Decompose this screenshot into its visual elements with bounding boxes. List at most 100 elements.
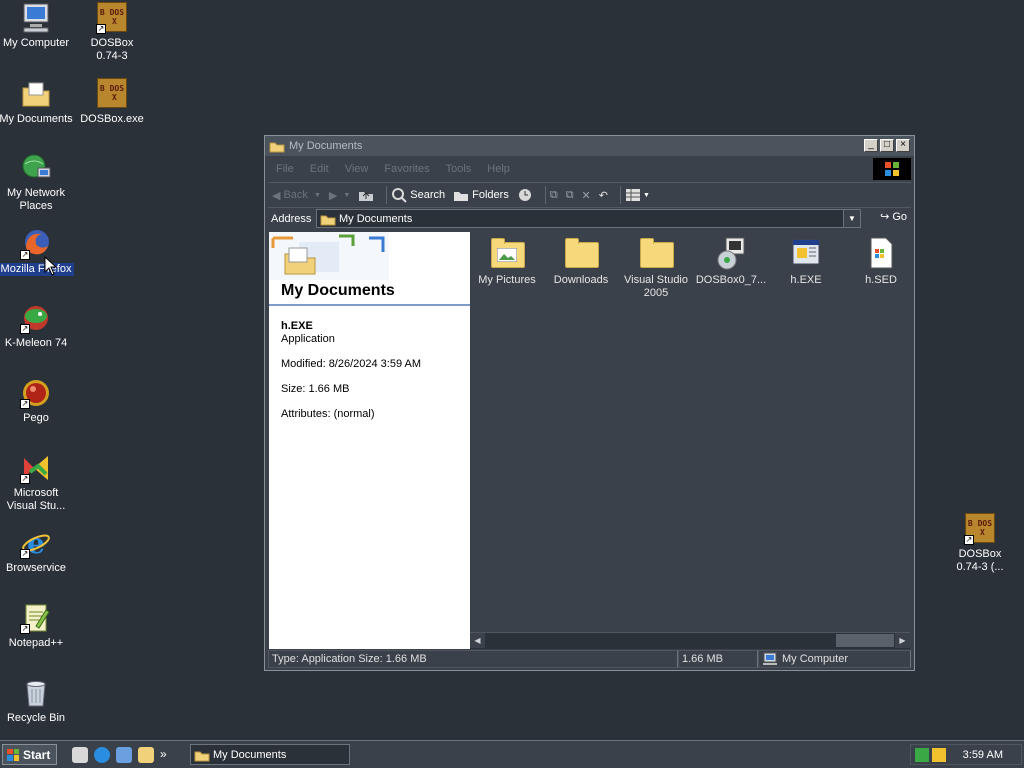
visual-studio-icon: ↗	[20, 452, 52, 484]
chevron-down-icon: ▼	[642, 191, 650, 199]
desktop-icon-label: My Documents	[0, 113, 73, 125]
system-tray: 3:59 AM	[910, 744, 1022, 765]
chevron-down-icon: ▼	[848, 214, 856, 223]
list-item[interactable]: Visual Studio 2005	[619, 236, 693, 300]
list-item[interactable]: h.SED	[844, 236, 918, 287]
desktop-icon-pego[interactable]: ↗ Pego	[0, 377, 74, 425]
desktop-icon-recycle-bin[interactable]: Recycle Bin	[0, 677, 74, 725]
desktop-icon-label: Recycle Bin	[6, 712, 66, 724]
menu-help[interactable]: Help	[487, 163, 510, 175]
scroll-right-button[interactable]: ▶	[895, 633, 910, 648]
delete-button[interactable]: ✕	[582, 189, 591, 202]
folder-icon	[564, 236, 599, 270]
forward-arrow-icon: ▶	[328, 189, 338, 202]
computer-icon	[763, 652, 777, 665]
folders-icon	[454, 192, 469, 201]
desktop-icon-dosbox-copy[interactable]: B DOS X ↗ DOSBox 0.74-3 (...	[942, 513, 1018, 574]
up-folder-button[interactable]	[358, 188, 374, 202]
go-button[interactable]: ↪ Go	[880, 210, 907, 224]
back-arrow-icon: ◀	[272, 189, 281, 202]
desktop-icon-label: Browservice	[6, 562, 66, 574]
views-button[interactable]: ▼	[625, 188, 650, 202]
outlook-express-icon[interactable]	[116, 747, 132, 763]
desktop-icon-label: My Network Places	[6, 187, 66, 212]
desktop-icon-dosbox[interactable]: B DOS X ↗ DOSBox 0.74-3	[74, 2, 150, 63]
desktop-icon-label: DOSBox 0.74-3 (...	[956, 548, 1004, 573]
address-label: Address	[271, 213, 312, 225]
dosbox-icon: B DOS X	[96, 78, 128, 110]
quick-launch-chevron[interactable]: »	[160, 747, 167, 763]
desktop-icon-firefox[interactable]: ↗ Mozilla Firefox	[0, 228, 74, 276]
shortcut-arrow-icon: ↗	[96, 24, 106, 34]
horizontal-scrollbar[interactable]: ◀ ▶	[470, 632, 910, 649]
explorer-window: My Documents _ □ × File Edit View Favori…	[264, 135, 915, 671]
network-tray-icon[interactable]	[915, 747, 929, 762]
desktop-icon-dosbox-exe[interactable]: B DOS X DOSBox.exe	[74, 78, 150, 126]
close-button[interactable]: ×	[896, 139, 910, 152]
desktop-icon-k-meleon[interactable]: ↗ K-Meleon 74	[0, 302, 74, 350]
tray-app-icon[interactable]	[932, 747, 946, 762]
delete-x-icon: ✕	[581, 189, 591, 202]
search-icon	[392, 188, 407, 203]
status-zone: My Computer	[758, 650, 911, 668]
desktop-icon-browservice[interactable]: e ↗ Browservice	[0, 527, 74, 575]
scroll-left-button[interactable]: ◀	[470, 633, 485, 648]
desktop-icon-my-documents[interactable]: My Documents	[0, 78, 74, 126]
menu-file[interactable]: File	[276, 163, 294, 175]
back-button[interactable]: ◀ Back ▼	[272, 189, 321, 202]
menu-favorites[interactable]: Favorites	[384, 163, 429, 175]
taskbar-item-label: My Documents	[213, 748, 287, 761]
search-folder-icon[interactable]	[138, 747, 154, 763]
shortcut-arrow-icon: ↗	[20, 324, 30, 334]
folder-icon	[194, 751, 210, 761]
search-button[interactable]: Search	[391, 187, 445, 203]
desktop-icon-notepad-plus[interactable]: ↗ Notepad++	[0, 602, 74, 650]
windows-logo-icon	[873, 158, 911, 180]
scroll-thumb[interactable]	[836, 634, 894, 647]
internet-explorer-icon[interactable]	[94, 747, 110, 763]
undo-button[interactable]: ↶	[599, 189, 608, 202]
list-item[interactable]: My Pictures	[470, 236, 544, 287]
address-input[interactable]: My Documents ▼	[316, 209, 861, 228]
menu-tools[interactable]: Tools	[446, 163, 472, 175]
menu-view[interactable]: View	[345, 163, 369, 175]
taskbar-item-my-documents[interactable]: My Documents	[190, 744, 350, 765]
move-to-button[interactable]: ⧉	[550, 189, 558, 202]
forward-button[interactable]: ▶ ▼	[329, 189, 350, 202]
start-button[interactable]: Start	[2, 744, 57, 765]
desktop-icon-network-places[interactable]: My Network Places	[0, 152, 74, 213]
address-bar: Address My Documents ▼ ↪ Go	[268, 208, 911, 230]
desktop-icon-label: My Computer	[2, 37, 70, 49]
desktop-icon-label: Microsoft Visual Stu...	[6, 487, 66, 512]
chevron-down-icon: ▼	[343, 191, 351, 199]
address-dropdown-button[interactable]: ▼	[843, 210, 860, 227]
desktop-icon-label: DOSBox.exe	[80, 113, 144, 125]
list-item[interactable]: Downloads	[544, 236, 618, 287]
folder-pictures-icon	[490, 236, 525, 270]
recycle-bin-icon	[20, 677, 52, 709]
menu-edit[interactable]: Edit	[310, 163, 329, 175]
history-clock-icon	[518, 189, 531, 201]
desktop-icon-visual-studio[interactable]: ↗ Microsoft Visual Stu...	[0, 452, 74, 513]
history-button[interactable]	[517, 187, 533, 203]
folders-button[interactable]: Folders	[453, 188, 509, 202]
k-meleon-icon: ↗	[20, 302, 52, 334]
search-label: Search	[410, 189, 446, 201]
my-documents-folder-icon	[320, 215, 336, 225]
maximize-button[interactable]: □	[880, 139, 894, 152]
shortcut-arrow-icon: ↗	[20, 549, 30, 559]
application-icon	[789, 236, 823, 270]
minimize-button[interactable]: _	[864, 139, 878, 152]
folders-label: Folders	[472, 189, 509, 201]
shortcut-arrow-icon: ↗	[20, 399, 30, 409]
status-zone-label: My Computer	[782, 653, 849, 665]
menu-bar: File Edit View Favorites Tools Help	[268, 158, 911, 180]
desktop-icon-my-computer[interactable]: My Computer	[0, 2, 74, 50]
internet-explorer-icon: e ↗	[20, 527, 52, 560]
show-desktop-icon[interactable]	[72, 747, 88, 763]
copy-to-button[interactable]: ⧉	[566, 189, 574, 202]
file-name: Downloads	[553, 274, 609, 286]
window-titlebar[interactable]: My Documents _ □ ×	[265, 136, 914, 156]
list-item[interactable]: DOSBox0_7...	[694, 236, 768, 287]
list-item[interactable]: h.EXE	[769, 236, 843, 287]
